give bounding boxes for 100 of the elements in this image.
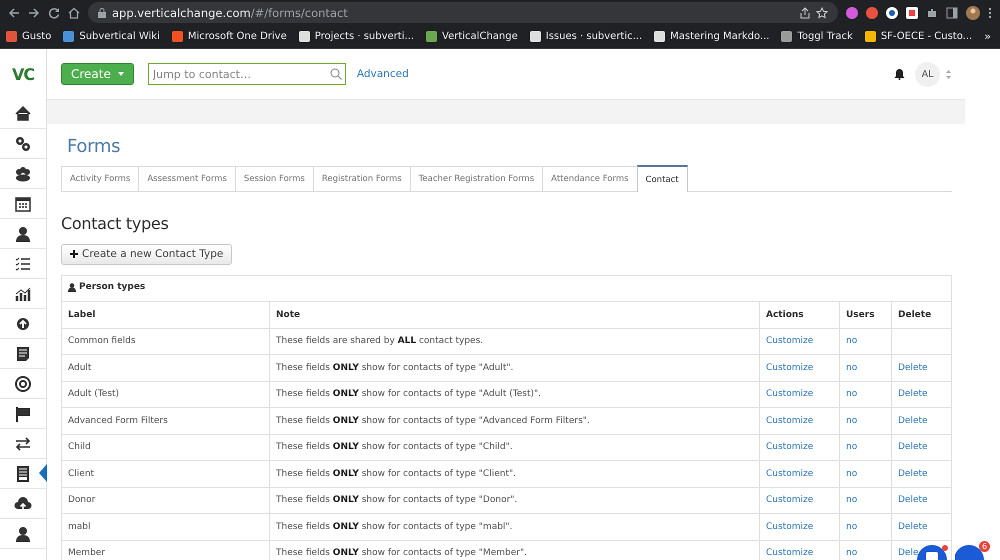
table-cell: Client xyxy=(62,460,270,487)
bookmark-link[interactable]: VerticalChange xyxy=(442,31,518,42)
more-bookmarks-button[interactable]: » xyxy=(984,30,1000,43)
delete-link[interactable]: Delete xyxy=(898,416,928,426)
column-header: Actions xyxy=(760,302,840,328)
table-cell: Advanced Form Filters xyxy=(62,408,270,434)
users-link[interactable]: no xyxy=(846,495,858,506)
bookmark-link[interactable]: Microsoft One Drive xyxy=(188,31,287,42)
users-link[interactable]: no xyxy=(846,336,858,346)
column-header: Users xyxy=(840,302,892,328)
bookmark-link[interactable]: SF-OECE - Custo... xyxy=(880,31,972,42)
table-cell: Child xyxy=(62,434,270,460)
chart-icon xyxy=(14,284,32,302)
star-icon[interactable] xyxy=(816,6,828,18)
users-link[interactable]: no xyxy=(846,416,858,426)
delete-link[interactable]: Delete xyxy=(898,389,928,400)
table-cell: These fields ONLY show for contacts of type "Advanced Form Filters". xyxy=(270,408,760,434)
chat-icon[interactable] xyxy=(955,543,987,560)
person-icon xyxy=(14,524,32,542)
search-icon xyxy=(330,68,342,80)
bookmark-icon xyxy=(864,31,876,42)
tab[interactable]: Contact xyxy=(636,165,688,192)
table-cell: These fields ONLY show for contacts of type "Adult (Test)". xyxy=(270,381,760,408)
lock-icon xyxy=(98,8,106,18)
forms-icon xyxy=(14,464,32,482)
gears-icon xyxy=(14,134,32,152)
delete-link[interactable]: Delete xyxy=(898,442,928,452)
users-link[interactable]: no xyxy=(846,548,858,558)
flag-icon xyxy=(14,404,32,422)
back-icon[interactable] xyxy=(8,6,20,18)
url-text: app.verticalchange.com/#/forms/contact xyxy=(112,6,348,20)
menu-icon[interactable] xyxy=(988,6,992,18)
bookmark-link[interactable]: Subvertical Wiki xyxy=(79,31,160,42)
caret-icon xyxy=(118,72,124,76)
create-contact-type-button[interactable]: Create a new Contact Type xyxy=(61,244,232,264)
sidebar-icon[interactable] xyxy=(946,6,958,18)
users-link[interactable]: no xyxy=(846,362,858,373)
users-link[interactable]: no xyxy=(846,389,858,400)
bell-icon[interactable] xyxy=(894,68,905,80)
table-cell: Common fields xyxy=(62,328,270,354)
delete-link[interactable]: Delete xyxy=(898,468,928,479)
puzzle-icon[interactable] xyxy=(926,6,938,18)
bookmark-icon xyxy=(172,31,183,42)
delete-link[interactable]: Delete xyxy=(898,522,928,532)
delete-link[interactable]: Delete xyxy=(898,362,928,373)
column-header: Note xyxy=(270,302,760,328)
calendar-icon xyxy=(14,194,32,212)
user-avatar[interactable]: AL xyxy=(915,62,940,86)
home-icon[interactable] xyxy=(68,6,80,18)
advanced-link[interactable]: Advanced xyxy=(356,68,409,80)
tab[interactable]: Activity Forms xyxy=(61,166,140,191)
bookmark-link[interactable]: Gusto xyxy=(22,31,52,42)
bookmark-icon xyxy=(781,31,792,42)
reload-icon[interactable] xyxy=(48,6,60,18)
bookmark-icon xyxy=(654,31,666,42)
table-cell: These fields ONLY show for contacts of type "Child". xyxy=(270,434,760,460)
home-icon xyxy=(14,104,32,122)
chat-icon[interactable] xyxy=(916,543,948,560)
section-title: Contact types xyxy=(61,214,170,233)
table-cell: These fields ONLY show for contacts of type "Client". xyxy=(270,460,760,487)
extension-icon[interactable] xyxy=(906,6,918,18)
bookmark-icon xyxy=(63,31,74,42)
address-bar[interactable]: app.verticalchange.com/#/forms/contact xyxy=(88,2,838,23)
table-cell: Donor xyxy=(62,487,270,514)
document-icon xyxy=(14,344,32,362)
plus-icon xyxy=(70,250,78,258)
table-cell: These fields ONLY show for contacts of type "Donor". xyxy=(270,487,760,514)
extension-icon[interactable] xyxy=(886,6,898,18)
bookmark-icon xyxy=(426,31,438,42)
create-button[interactable]: Create xyxy=(61,63,134,85)
table-cell: Adult (Test) xyxy=(62,381,270,408)
group-icon xyxy=(14,164,32,182)
forward-icon[interactable] xyxy=(28,6,40,18)
table-cell: These fields ONLY show for contacts of type "Adult". xyxy=(270,354,760,381)
table-cell: These fields ONLY show for contacts of type "mabl". xyxy=(270,514,760,540)
share-icon[interactable] xyxy=(800,6,810,18)
page-title: Forms xyxy=(67,136,122,157)
bookmark-icon xyxy=(530,31,541,42)
person-icon xyxy=(68,282,76,292)
bookmark-link[interactable]: Projects · subverti... xyxy=(314,31,414,42)
bookmark-link[interactable]: Issues · subvertic... xyxy=(546,31,642,42)
table-cell: These fields are shared by ALL contact types. xyxy=(270,328,760,354)
table-cell: Adult xyxy=(62,354,270,381)
table-caption: Person types xyxy=(68,282,146,292)
bookmark-icon xyxy=(6,31,17,42)
table-cell: mabl xyxy=(62,514,270,540)
arrows-icon xyxy=(14,434,32,452)
users-link[interactable]: no xyxy=(846,442,858,452)
person-icon xyxy=(14,224,32,242)
delete-link[interactable]: Delete xyxy=(898,495,928,506)
bookmark-link[interactable]: Toggl Track xyxy=(797,31,853,42)
checklist-icon xyxy=(14,254,32,272)
avatar-icon[interactable] xyxy=(966,6,980,20)
users-link[interactable]: no xyxy=(846,522,858,532)
table-cell: Member xyxy=(62,540,270,560)
users-link[interactable]: no xyxy=(846,468,858,479)
delete-link[interactable]: Dele xyxy=(898,548,919,558)
column-header: Delete xyxy=(892,302,952,328)
bookmark-link[interactable]: Mastering Markdo... xyxy=(670,31,770,42)
bookmark-icon xyxy=(298,31,310,42)
